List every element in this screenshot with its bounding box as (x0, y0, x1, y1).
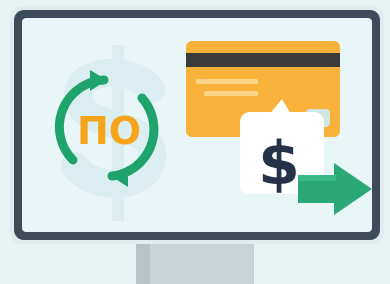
software-payment-illustration: ПО $ (0, 0, 390, 284)
monitor-stand (136, 238, 254, 284)
software-label: ПО (77, 109, 141, 153)
dollar-symbol: $ (258, 129, 300, 199)
